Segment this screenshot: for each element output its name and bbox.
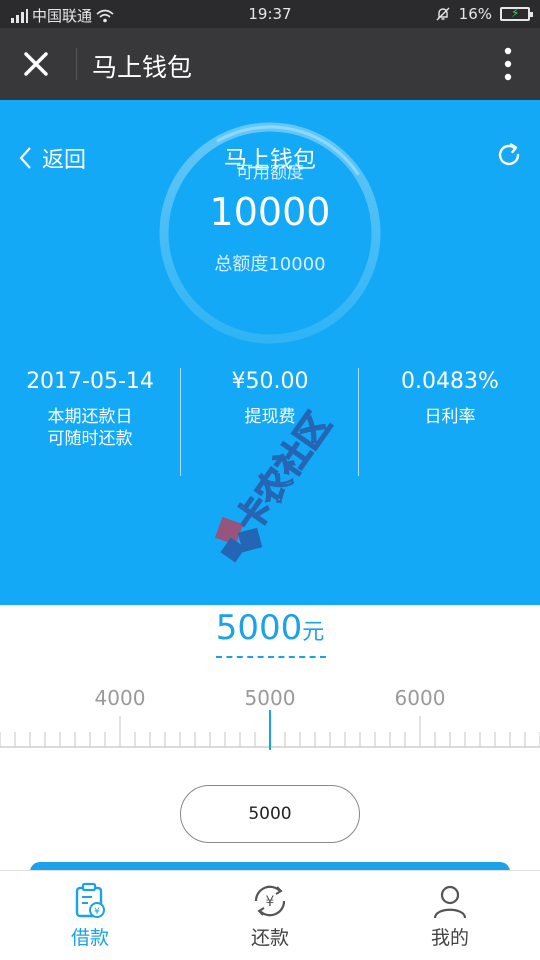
selected-amount: 5000元 — [0, 608, 540, 658]
svg-text:¥: ¥ — [266, 894, 275, 910]
stat-withdraw-fee: ¥50.00 提现费 — [180, 365, 360, 428]
tab-repay[interactable]: ¥ 还款 — [210, 881, 330, 950]
svg-text:¥: ¥ — [94, 907, 100, 917]
loan-stats: 2017-05-14 本期还款日 可随时还款 ¥50.00 提现费 0.0483… — [0, 365, 540, 477]
tab-loan-label: 借款 — [70, 927, 109, 949]
close-icon[interactable] — [18, 46, 54, 82]
status-bar: 中国联通 19:37 16% ⚡ — [0, 0, 540, 28]
repay-date-value: 2017-05-14 — [26, 369, 154, 394]
tab-profile[interactable]: 我的 — [390, 881, 510, 950]
battery-icon: ⚡ — [500, 6, 533, 21]
mute-bell-icon — [436, 7, 450, 21]
amount-ruler-slider[interactable]: 4000 5000 6000 — [0, 680, 540, 750]
available-credit-label: 可用额度 — [236, 163, 304, 183]
stat-daily-rate: 0.0483% 日利率 — [360, 365, 540, 428]
withdraw-fee-value: ¥50.00 — [231, 369, 309, 394]
credit-ring-text: 可用额度 10000 总额度10000 — [155, 118, 385, 348]
selected-amount-value: 5000 — [215, 608, 303, 648]
stat-divider — [358, 368, 359, 476]
loan-icon: ¥ — [75, 882, 105, 918]
daily-rate-value: 0.0483% — [401, 369, 499, 394]
battery-percent: 16% — [458, 5, 492, 23]
total-credit-limit: 总额度10000 — [214, 254, 326, 275]
stat-repay-date: 2017-05-14 本期还款日 可随时还款 — [0, 365, 180, 450]
ruler-ticks — [0, 710, 540, 750]
available-credit-amount: 10000 — [209, 190, 331, 234]
repay-icon: ¥ — [254, 885, 286, 917]
navbar-title: 马上钱包 — [92, 53, 193, 82]
navbar-divider — [76, 48, 77, 80]
selected-amount-unit: 元 — [302, 620, 325, 645]
bottom-tab-bar: ¥ 借款 ¥ 还款 我的 — [0, 870, 540, 960]
app-navbar: 马上钱包 — [0, 28, 540, 100]
daily-rate-label: 日利率 — [424, 407, 476, 427]
tab-repay-label: 还款 — [250, 927, 289, 949]
stat-divider — [180, 368, 181, 476]
repay-date-sub: 可随时还款 — [47, 429, 133, 449]
profile-icon — [433, 885, 467, 919]
tab-loan[interactable]: ¥ 借款 — [30, 881, 150, 950]
amount-input[interactable]: 5000 — [180, 785, 360, 843]
withdraw-fee-label: 提现费 — [244, 407, 296, 427]
tab-profile-label: 我的 — [430, 927, 469, 949]
more-options-icon[interactable] — [504, 46, 512, 82]
repay-date-label: 本期还款日 — [47, 407, 133, 427]
refresh-icon[interactable] — [496, 142, 522, 168]
selected-amount-underline — [216, 656, 326, 658]
